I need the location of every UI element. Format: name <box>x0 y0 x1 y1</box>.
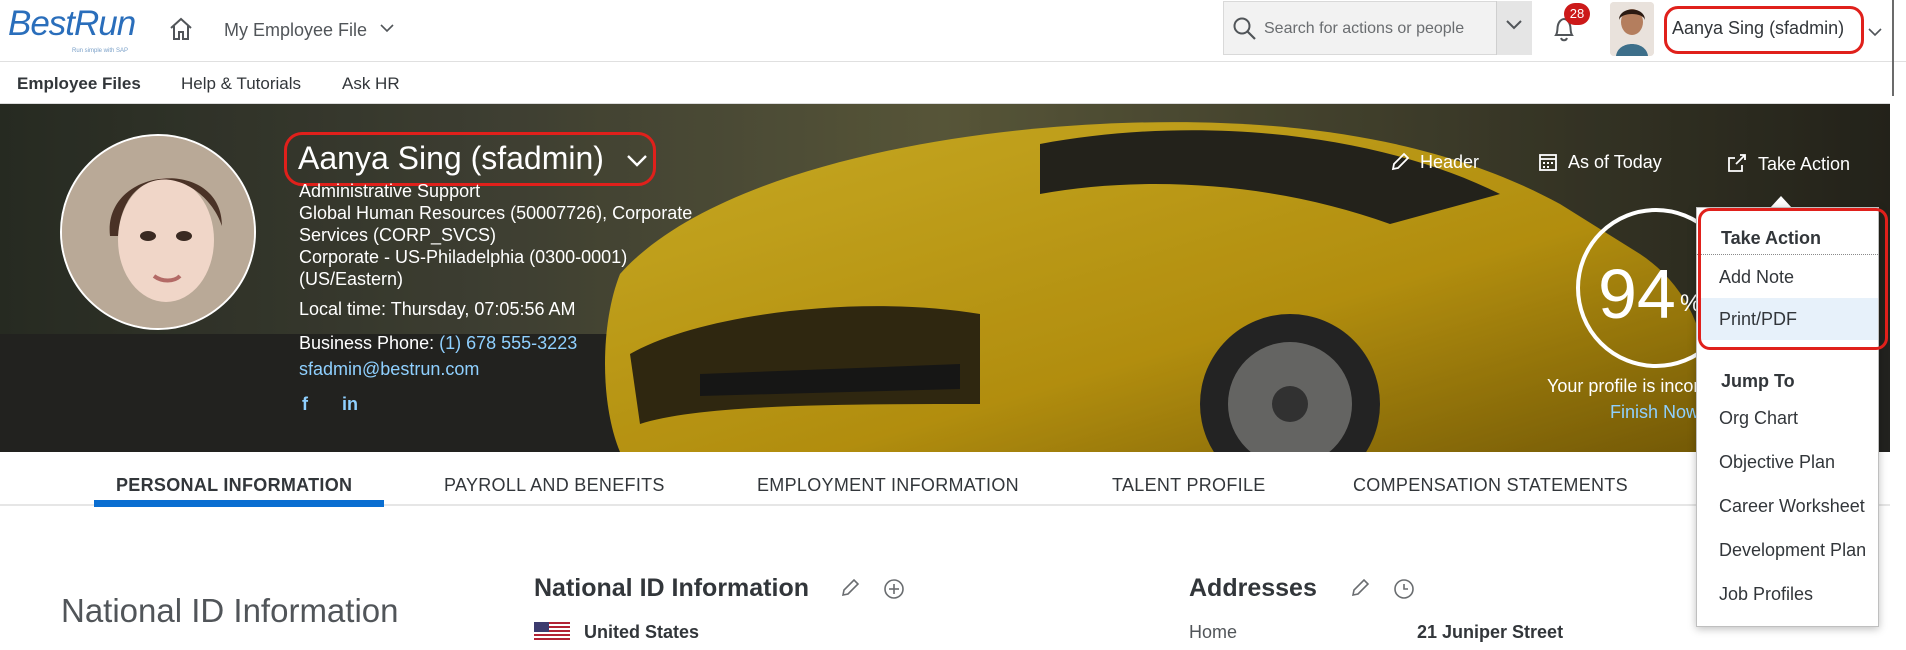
email-link[interactable]: sfadmin@bestrun.com <box>299 358 479 380</box>
header-edit-button[interactable]: Header <box>1390 152 1479 173</box>
search-scope-dropdown[interactable] <box>1496 1 1532 55</box>
address-value: 21 Juniper Street <box>1417 622 1564 642</box>
linkedin-icon[interactable]: in <box>342 394 358 415</box>
business-phone-link[interactable]: (1) 678 555-3223 <box>439 333 577 353</box>
national-id-title: National ID Information <box>534 574 809 602</box>
share-icon <box>1726 154 1758 174</box>
national-id-country: United States <box>584 622 700 642</box>
calendar-icon <box>1538 152 1568 172</box>
employee-file-label: My Employee File <box>224 20 368 40</box>
search-icon <box>1232 16 1258 42</box>
finish-now-link[interactable]: Finish Now <box>1610 402 1699 423</box>
job-title: Administrative Support <box>299 181 481 201</box>
chevron-down-icon <box>380 17 394 38</box>
as-of-today-label: As of Today <box>1568 152 1662 172</box>
page-scrollbar[interactable] <box>1892 0 1894 96</box>
profile-photo[interactable] <box>60 134 256 330</box>
addresses-title: Addresses <box>1189 574 1317 602</box>
logo-tagline: Run simple with SAP <box>72 48 129 54</box>
profile-tabs: PERSONAL INFORMATION PAYROLL AND BENEFIT… <box>0 452 1890 507</box>
location-line-2: (US/Eastern) <box>299 269 404 289</box>
menu-item-job-profiles[interactable]: Job Profiles <box>1697 573 1878 615</box>
history-icon[interactable] <box>1393 578 1415 605</box>
menu-item-objective-plan[interactable]: Objective Plan <box>1697 441 1878 483</box>
add-circle-icon[interactable] <box>883 578 905 605</box>
menu-item-development-plan[interactable]: Development Plan <box>1697 529 1878 571</box>
take-action-button[interactable]: Take Action <box>1726 152 1850 175</box>
subnav-item-employee-files[interactable]: Employee Files <box>17 74 141 94</box>
department-line-1: Global Human Resources (50007726), Corpo… <box>299 203 693 223</box>
menu-item-org-chart[interactable]: Org Chart <box>1697 397 1878 439</box>
search-placeholder: Search for actions or people <box>1264 20 1465 37</box>
business-phone-row: Business Phone: (1) 678 555-3223 <box>299 332 577 354</box>
highlight-take-action-items <box>1698 208 1888 350</box>
department-line-2: Services (CORP_SVCS) <box>299 225 497 245</box>
sub-navigation: Employee Files Help & Tutorials Ask HR <box>0 62 1890 104</box>
local-time: Local time: Thursday, 07:05:56 AM <box>299 299 576 319</box>
location-line-1: Corporate - US-Philadelphia (0300-0001) <box>299 247 628 267</box>
address-type: Home <box>1189 622 1238 642</box>
subnav-item-ask-hr[interactable]: Ask HR <box>342 74 400 94</box>
logo-text: BestRun <box>8 4 136 43</box>
pencil-icon[interactable] <box>1350 578 1370 603</box>
section-side-heading: National ID Information <box>61 592 399 629</box>
highlight-employee-name <box>284 132 656 186</box>
search-field[interactable]: Search for actions or people <box>1223 1 1531 55</box>
menu-item-career-worksheet[interactable]: Career Worksheet <box>1697 485 1878 527</box>
jump-to-header: Jump To <box>1721 371 1795 391</box>
facebook-icon[interactable]: f <box>302 394 308 415</box>
as-of-today-button[interactable]: As of Today <box>1538 152 1662 173</box>
completion-percent: 94 <box>1598 255 1676 333</box>
tab-personal-information[interactable]: PERSONAL INFORMATION <box>116 475 352 496</box>
tab-compensation-statements[interactable]: COMPENSATION STATEMENTS <box>1353 475 1628 496</box>
active-tab-indicator <box>94 500 384 507</box>
pencil-icon <box>1390 152 1420 172</box>
header-edit-label: Header <box>1420 152 1480 172</box>
shell-bar: BestRun Run simple with SAP My Employee … <box>0 0 1906 62</box>
us-flag-icon <box>534 622 570 642</box>
user-avatar[interactable] <box>1610 2 1654 56</box>
highlight-user-menu <box>1664 6 1864 54</box>
tab-payroll-benefits[interactable]: PAYROLL AND BENEFITS <box>444 475 665 496</box>
notification-badge: 28 <box>1564 3 1590 25</box>
subnav-item-help-tutorials[interactable]: Help & Tutorials <box>181 74 301 94</box>
pencil-icon[interactable] <box>840 578 860 603</box>
take-action-label: Take Action <box>1758 154 1851 174</box>
chevron-down-icon[interactable] <box>1868 24 1882 42</box>
bestrun-logo[interactable]: BestRun Run simple with SAP <box>8 4 140 54</box>
tab-employment-information[interactable]: EMPLOYMENT INFORMATION <box>757 475 1019 496</box>
employee-file-menu[interactable]: My Employee File <box>224 17 394 41</box>
profile-header: Aanya Sing (sfadmin) Administrative Supp… <box>0 104 1890 452</box>
home-icon[interactable] <box>166 14 196 44</box>
tab-talent-profile[interactable]: TALENT PROFILE <box>1112 475 1266 496</box>
business-phone-label: Business Phone: <box>299 333 435 353</box>
